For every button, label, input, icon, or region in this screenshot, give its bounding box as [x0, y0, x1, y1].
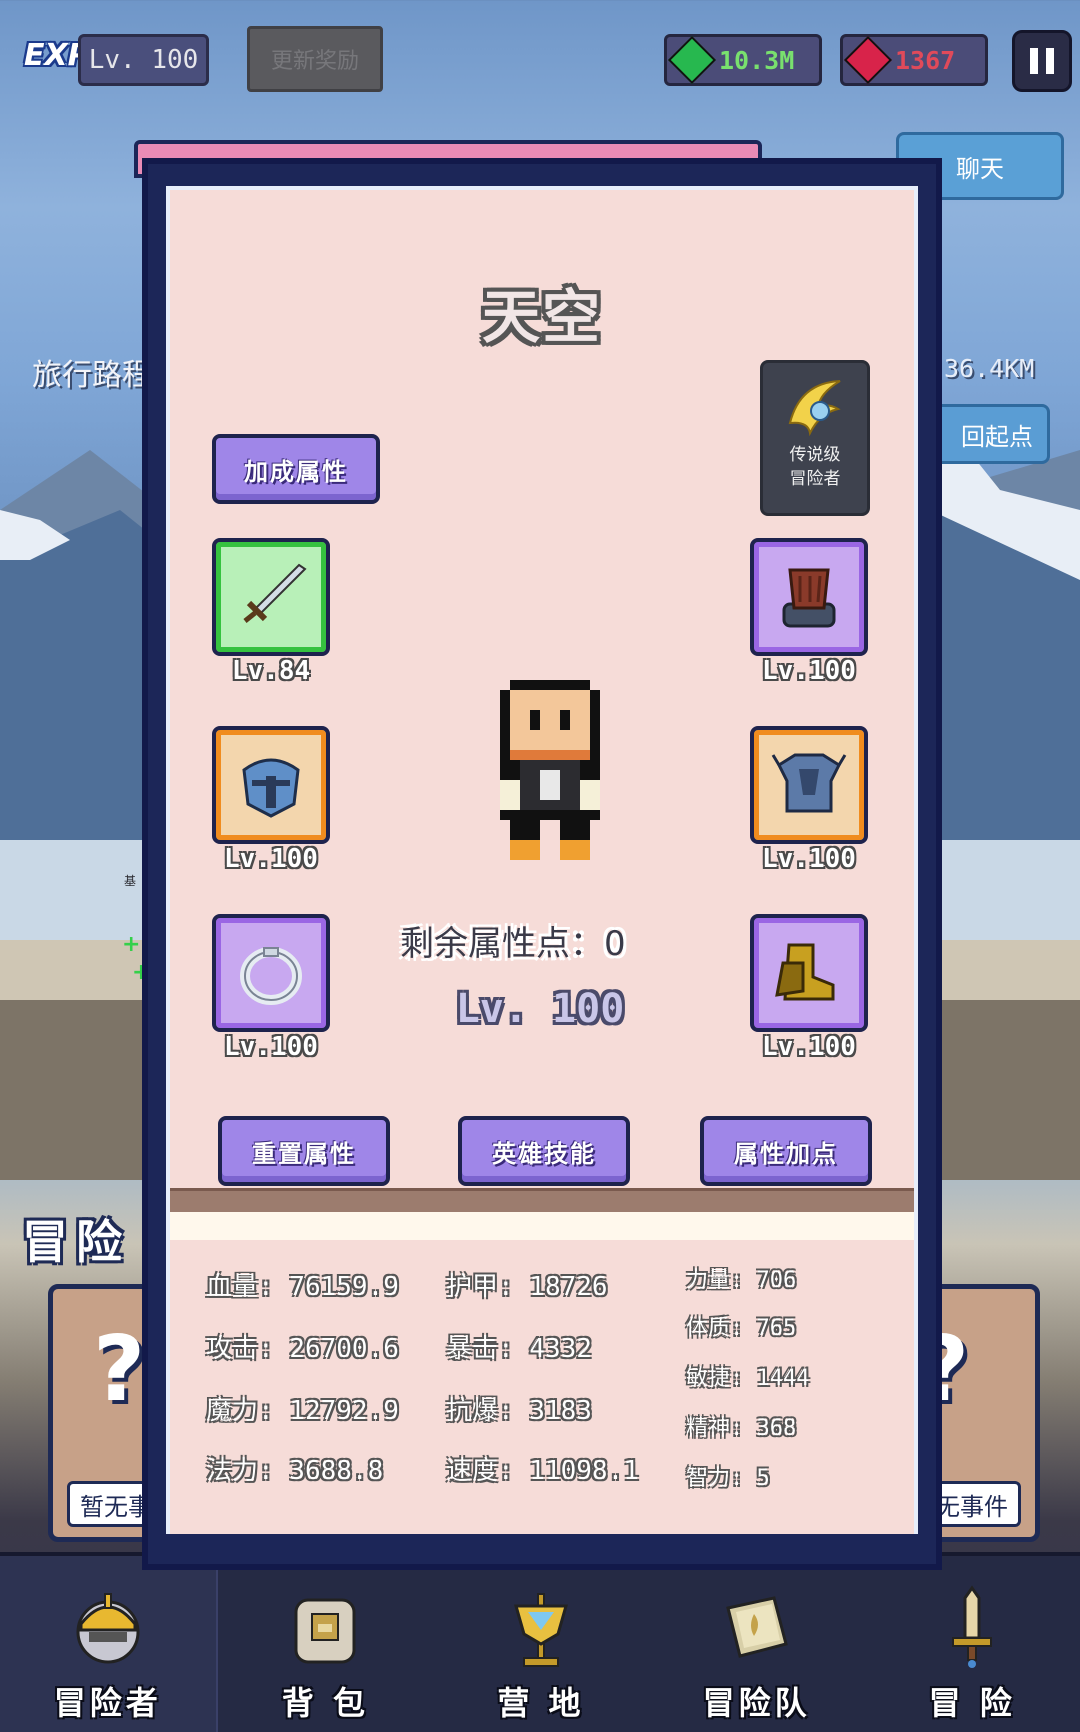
hero-panel: 天空 传说级 冒险者 加成属性 Lv.84 Lv.100 Lv.100 Lv.1…	[166, 186, 918, 1534]
equip-level: Lv.100	[224, 1032, 318, 1062]
nav-backpack[interactable]: 背 包	[218, 1556, 434, 1732]
hero-detail-modal: 天空 传说级 冒险者 加成属性 Lv.84 Lv.100 Lv.100 Lv.1…	[142, 158, 942, 1570]
stat-constitution: 体质: 765	[686, 1316, 797, 1341]
stat-crit-resist: 抗爆: 3183	[446, 1396, 592, 1426]
nav-adventurer[interactable]: 冒险者	[0, 1556, 218, 1732]
stat-armor: 护甲: 18726	[446, 1272, 608, 1302]
equip-slot-helmet[interactable]	[212, 726, 330, 844]
stat-speed: 速度: 11098.1	[446, 1456, 639, 1486]
ruby-icon	[843, 35, 893, 85]
section-divider-light	[170, 1212, 914, 1240]
side-text: 基	[124, 874, 137, 888]
sword-icon	[952, 1585, 993, 1668]
equip-slot-weapon[interactable]	[212, 538, 330, 656]
gem-amount: 10.3M	[719, 45, 795, 75]
legendary-emblem-icon	[788, 380, 841, 437]
stat-agility: 敏捷: 1444	[686, 1366, 810, 1391]
guild-book-icon	[725, 1596, 788, 1658]
equip-slot-gloves[interactable]	[750, 538, 868, 656]
hero-name: 天空	[481, 283, 602, 351]
section-divider	[170, 1188, 914, 1213]
stat-spirit: 精神: 368	[686, 1416, 797, 1441]
rank-badge[interactable]: 传说级 冒险者	[760, 360, 870, 516]
equip-level: Lv.100	[762, 1032, 856, 1062]
stat-hp: 血量: 76159.9	[206, 1272, 399, 1302]
remaining-attribute-points: 剩余属性点：0	[400, 924, 626, 964]
nav-camp[interactable]: 营 地	[433, 1556, 649, 1732]
travel-distance-value: 36.4KM	[944, 354, 1035, 383]
equip-slot-ring[interactable]	[212, 914, 330, 1032]
sword-icon	[243, 563, 307, 623]
equip-level: Lv.84	[231, 656, 311, 686]
ruby-amount: 1367	[895, 45, 956, 75]
equip-level: Lv.100	[762, 844, 856, 874]
equip-level: Lv.100	[762, 656, 856, 686]
emerald-icon	[667, 35, 717, 85]
stat-strength: 力量: 706	[686, 1268, 797, 1293]
knight-helmet-icon	[76, 1593, 140, 1664]
return-to-start-button[interactable]: 回起点	[930, 404, 1050, 464]
nav-label: 冒险者	[53, 1684, 162, 1722]
hero-level: Lv. 100	[455, 986, 625, 1032]
top-bar: EXP Lv. 100 更新奖励 10.3M 1367	[0, 0, 1080, 120]
stat-intelligence: 智力: 5	[686, 1466, 770, 1491]
hero-skills-button[interactable]: 英雄技能	[458, 1116, 630, 1186]
helmet-icon	[242, 758, 300, 818]
glove-icon	[782, 568, 836, 628]
stat-magic: 魔力: 12792.9	[206, 1396, 399, 1426]
adventure-title: 冒险	[22, 1215, 130, 1269]
nav-label: 冒 险	[928, 1684, 1016, 1722]
boots-icon	[775, 943, 835, 1001]
rank-line-1: 传说级	[789, 445, 841, 465]
equip-level: Lv.100	[224, 844, 318, 874]
add-attribute-points-button[interactable]: 属性加点	[700, 1116, 872, 1186]
ruby-counter: 1367	[840, 34, 988, 86]
equip-slot-armor[interactable]	[750, 726, 868, 844]
plus-icon: +	[122, 932, 141, 957]
stat-crit: 暴击: 4332	[446, 1334, 592, 1364]
exp-badge: EXP	[24, 38, 90, 73]
nav-team[interactable]: 冒险队	[649, 1556, 865, 1732]
update-reward-button[interactable]: 更新奖励	[247, 26, 383, 92]
nav-label: 背 包	[281, 1684, 369, 1722]
bottom-nav: 冒险者 背 包 营 地 冒险队 冒 险	[0, 1552, 1080, 1732]
player-level: Lv. 100	[78, 34, 209, 86]
equip-slot-boots[interactable]	[750, 914, 868, 1032]
travel-distance-label: 旅行路程	[32, 358, 152, 393]
stats-panel: 血量: 76159.9 攻击: 26700.6 魔力: 12792.9 法力: …	[170, 1240, 914, 1534]
hero-sprite	[500, 680, 600, 860]
rank-line-2: 冒险者	[789, 469, 841, 489]
camp-banner-icon	[513, 1593, 568, 1667]
nav-adventure[interactable]: 冒 险	[864, 1556, 1080, 1732]
gem-counter: 10.3M	[664, 34, 822, 86]
backpack-icon	[294, 1598, 356, 1664]
reset-attributes-button[interactable]: 重置属性	[218, 1116, 390, 1186]
question-icon: ?	[93, 1317, 146, 1422]
bonus-attributes-button[interactable]: 加成属性	[212, 434, 380, 504]
pause-button[interactable]	[1012, 30, 1072, 92]
stat-attack: 攻击: 26700.6	[206, 1334, 399, 1364]
armor-icon	[771, 753, 847, 813]
nav-label: 冒险队	[702, 1684, 811, 1722]
stat-mana: 法力: 3688.8	[206, 1456, 384, 1486]
pause-icon	[1030, 48, 1038, 74]
ring-icon	[240, 947, 302, 1005]
nav-label: 营 地	[497, 1684, 585, 1722]
